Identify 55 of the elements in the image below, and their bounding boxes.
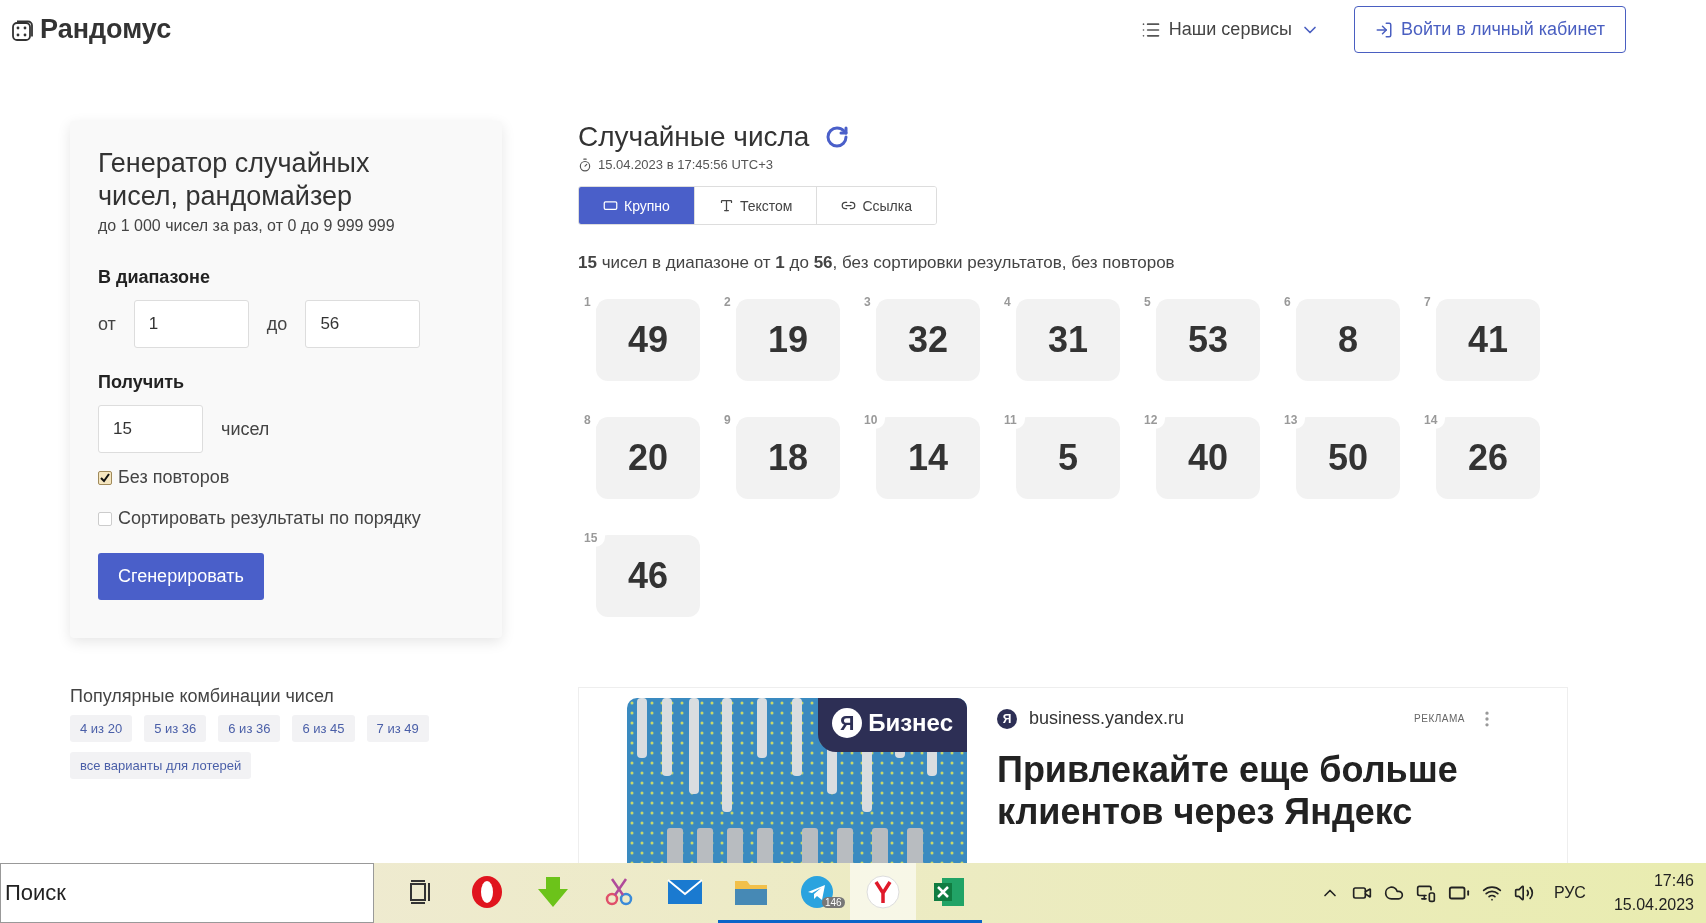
combination-chip[interactable]: 4 из 20 [70, 715, 133, 742]
ad-domain[interactable]: business.yandex.ru [1029, 708, 1185, 729]
unread-badge: 146 [822, 897, 845, 908]
stopwatch-icon [578, 157, 592, 172]
volume-icon[interactable] [1513, 883, 1534, 903]
yandex-browser-icon [866, 874, 900, 909]
taskbar-search-field[interactable]: Поиск [0, 863, 374, 923]
wifi-icon[interactable] [1481, 883, 1502, 903]
clock-date[interactable]: 15.04.2023 [1613, 893, 1694, 917]
ad-logo-badge: Я Бизнес [818, 698, 967, 752]
checkbox-label: Без повторов [118, 467, 230, 488]
taskbar-app-button[interactable] [850, 863, 916, 923]
checkbox[interactable] [98, 511, 112, 526]
combination-chip[interactable]: 6 из 36 [218, 715, 281, 742]
count-unit: чисел [221, 418, 270, 440]
range-label: В диапазоне [98, 267, 211, 288]
view-tab[interactable]: Крупно [579, 187, 695, 224]
card-title: Генератор случайных чисел, рандомайзер [98, 147, 371, 213]
rectangle-icon [603, 198, 618, 213]
clock-time[interactable]: 17:46 [1653, 869, 1694, 893]
refresh-icon[interactable] [825, 125, 850, 149]
cloud-icon[interactable] [1383, 883, 1404, 903]
from-field[interactable]: 1 [133, 300, 249, 348]
count-field[interactable]: 15 [98, 405, 203, 453]
from-label: от [98, 313, 116, 335]
generate-button[interactable]: Сгенерировать [98, 553, 264, 600]
ad-label: РЕКЛАМА [1414, 713, 1465, 724]
combination-chip[interactable]: 5 из 36 [144, 715, 207, 742]
combination-chip[interactable]: 7 из 49 [366, 715, 429, 742]
devices-icon[interactable] [1415, 883, 1436, 903]
taskbar-app-button[interactable]: 146 [784, 863, 850, 923]
to-label: до [266, 313, 288, 335]
card-subtitle: до 1 000 чисел за раз, от 0 до 9 999 999 [98, 217, 396, 235]
to-field[interactable]: 56 [305, 300, 421, 348]
timestamp: 15.04.2023 в 17:45:56 UTC+3 [598, 157, 773, 172]
checkbox-label: Сортировать результаты по порядку [118, 508, 421, 529]
results-summary: 15 чисел в диапазоне от 1 до 56, без сортировки результатов, без повторов [578, 253, 1176, 273]
download-arrow-icon [536, 874, 570, 909]
site-logo[interactable]: Рандомус [40, 14, 172, 45]
login-button[interactable]: Войти в личный кабинет [1353, 6, 1626, 53]
text-icon [718, 198, 734, 213]
domain-logo: Я [997, 708, 1017, 729]
mail-icon [667, 876, 703, 907]
results-title: Случайные числа [578, 121, 810, 153]
combination-chip[interactable]: 6 из 45 [292, 715, 355, 742]
opera-icon [470, 874, 504, 909]
services-menu[interactable]: Наши сервисы [1140, 19, 1320, 40]
ad-headline[interactable]: Привлекайте еще больше клиентов через Яндекс [997, 749, 1497, 833]
count-label: Получить [98, 372, 186, 393]
combination-chip[interactable]: все варианты для лотерей [70, 752, 252, 779]
popular-title: Популярные комбинации чисел [70, 686, 335, 707]
language-indicator[interactable]: РУС [1553, 884, 1586, 902]
dice-icon [12, 18, 34, 41]
checkbox[interactable] [98, 470, 112, 485]
login-icon [1374, 20, 1393, 39]
